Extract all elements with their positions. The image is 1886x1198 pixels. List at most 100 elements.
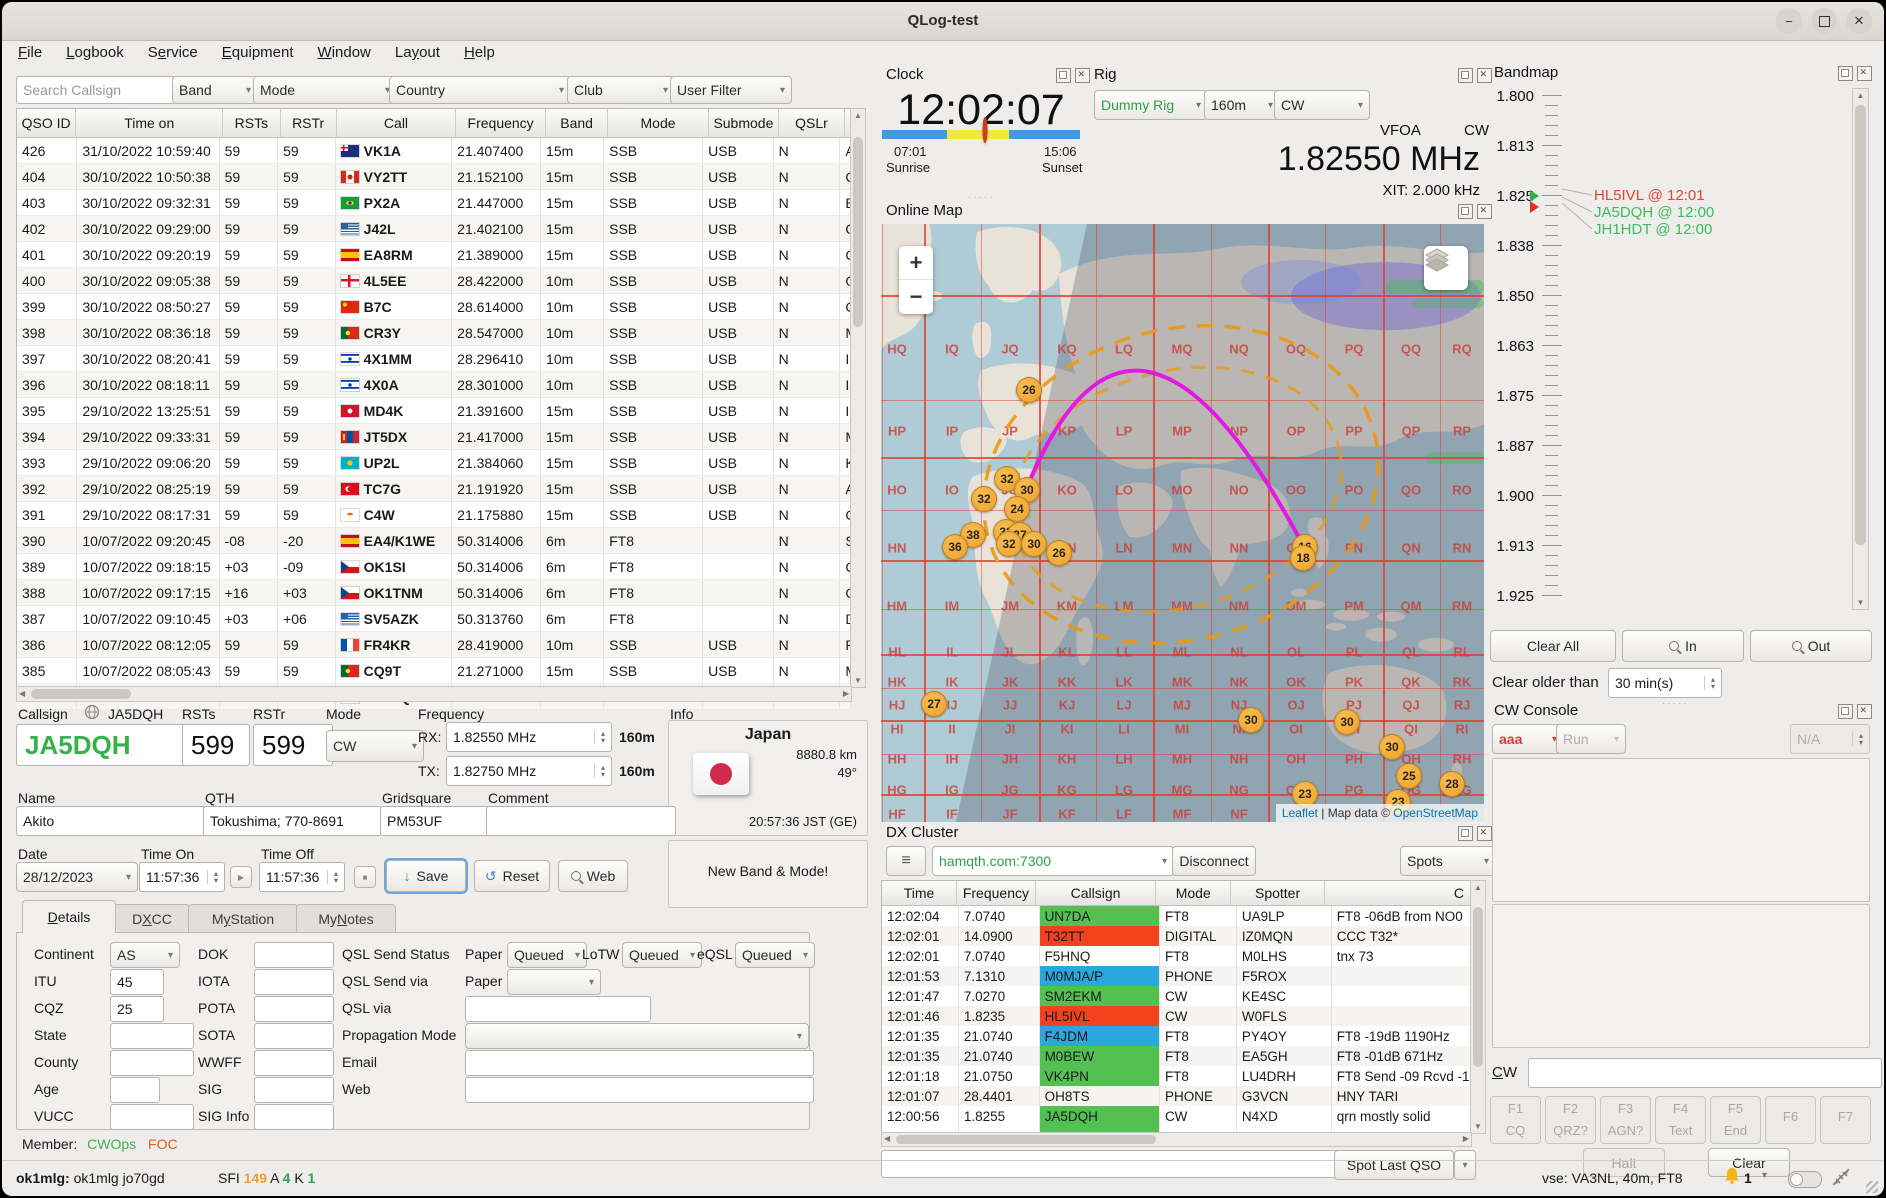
spot-count-marker[interactable]: 32 xyxy=(971,486,997,512)
qso-row[interactable]: 39329/10/2022 09:06:205959UP2L21.3840601… xyxy=(17,450,851,476)
itu-input[interactable]: 45 xyxy=(110,969,164,995)
comment-input[interactable] xyxy=(486,806,676,836)
status-toggle[interactable] xyxy=(1788,1171,1822,1188)
cluster-column-header[interactable]: Spotter xyxy=(1231,881,1325,905)
filter-combo-mode[interactable]: Mode▾ xyxy=(253,76,397,104)
rig-mode-combo[interactable]: CW▾ xyxy=(1274,90,1370,120)
scroll-right-icon[interactable]: ▶ xyxy=(1463,1134,1469,1143)
qso-column-header[interactable]: Band xyxy=(546,109,608,137)
qsl-via-input[interactable] xyxy=(465,996,651,1022)
osm-link[interactable]: OpenStreetMap xyxy=(1393,806,1478,820)
time-on-spinbox[interactable]: 11:57:36▴▾ xyxy=(139,862,225,892)
alert-dropdown-icon[interactable]: ▾ xyxy=(1762,1170,1767,1181)
qso-row[interactable]: 39010/07/2022 09:20:45-08-20EA4/K1WE50.3… xyxy=(17,528,851,554)
maximize-button[interactable] xyxy=(1811,8,1837,34)
qso-row[interactable]: 42631/10/2022 10:59:405959VK1A21.4074001… xyxy=(17,138,851,164)
close-panel-icon[interactable] xyxy=(1477,68,1492,83)
qso-column-header[interactable]: Submode xyxy=(709,109,779,137)
bandmap-zoom-in-button[interactable]: In xyxy=(1622,630,1744,662)
scroll-up-icon[interactable]: ▲ xyxy=(1853,91,1868,100)
cluster-spot-row[interactable]: 12:01:3521.0740F4JDMFT8PY4OYFT8 -19dB 11… xyxy=(882,1026,1471,1046)
qso-row[interactable]: 40030/10/2022 09:05:3859594L5EE28.422000… xyxy=(17,268,851,294)
name-input[interactable]: Akito xyxy=(16,806,208,836)
search-input[interactable]: Search Callsign xyxy=(16,76,176,104)
county-input[interactable] xyxy=(110,1050,194,1076)
fkey-button-f3[interactable]: F3AGN? xyxy=(1600,1096,1651,1144)
qso-column-header[interactable]: Call xyxy=(337,109,456,137)
qso-row[interactable]: 39930/10/2022 08:50:275959B7C28.61400010… xyxy=(17,294,851,320)
qso-column-header[interactable]: QSO ID xyxy=(17,109,76,137)
qsl-send-via-combo[interactable]: ▾ xyxy=(507,969,601,995)
close-panel-icon[interactable] xyxy=(1477,826,1492,841)
bandmap-clear-all-button[interactable]: Clear All xyxy=(1490,630,1616,662)
menu-equipment[interactable]: Equipment xyxy=(212,42,304,68)
qso-row[interactable]: 39730/10/2022 08:20:4159594X1MM28.296410… xyxy=(17,346,851,372)
menu-service[interactable]: Service xyxy=(138,42,208,68)
cluster-spot-row[interactable]: 12:02:017.0740F5HNQFT8M0LHStnx 73 xyxy=(882,946,1471,966)
scroll-left-icon[interactable]: ◀ xyxy=(884,1134,890,1143)
time-off-now-button[interactable]: ■ xyxy=(354,866,376,888)
time-on-now-button[interactable]: ▶ xyxy=(230,866,252,888)
float-panel-icon[interactable] xyxy=(1838,704,1853,719)
qso-column-header[interactable]: QSLr xyxy=(779,109,845,137)
close-panel-icon[interactable] xyxy=(1857,704,1872,719)
alert-bell-icon[interactable] xyxy=(1724,1167,1740,1185)
qso-row[interactable]: 38510/07/2022 08:05:435959CQ9T21.2710001… xyxy=(17,658,851,684)
float-panel-icon[interactable] xyxy=(1458,204,1473,219)
close-button[interactable]: ✕ xyxy=(1846,8,1872,34)
filter-combo-club[interactable]: Club▾ xyxy=(567,76,675,104)
qso-column-header[interactable]: RSTr xyxy=(281,109,337,137)
rstr-input[interactable]: 599 xyxy=(253,724,333,766)
cluster-column-header[interactable]: Time xyxy=(882,881,957,905)
date-combo[interactable]: 28/12/2023▾ xyxy=(16,862,138,892)
rsts-input[interactable]: 599 xyxy=(182,724,250,766)
vucc-input[interactable] xyxy=(110,1104,194,1130)
bandmap-spot[interactable]: JA5DQH @ 12:00 xyxy=(1594,204,1714,221)
close-panel-icon[interactable] xyxy=(1075,68,1090,83)
scroll-down-icon[interactable]: ▼ xyxy=(1471,1122,1485,1131)
cqz-input[interactable]: 25 xyxy=(110,996,164,1022)
spot-count-marker[interactable]: 18 xyxy=(1290,545,1316,571)
cw-speed-spinbox[interactable]: N/A▴▾ xyxy=(1790,724,1870,754)
bandmap-zoom-out-button[interactable]: Out xyxy=(1750,630,1872,662)
cluster-column-header[interactable]: Frequency xyxy=(957,881,1036,905)
qso-row[interactable]: 39229/10/2022 08:25:195959TC7G21.1919201… xyxy=(17,476,851,502)
cluster-spot-row[interactable]: 12:01:537.1310M0MJA/PPHONEF5ROX xyxy=(882,966,1471,986)
menu-logbook[interactable]: Logbook xyxy=(56,42,134,68)
filter-combo-country[interactable]: Country▾ xyxy=(389,76,571,104)
fkey-button-f2[interactable]: F2QRZ? xyxy=(1545,1096,1596,1144)
cluster-vertical-scrollbar[interactable]: ▲ ▼ xyxy=(1470,880,1486,1134)
fkey-button-f5[interactable]: F5End xyxy=(1710,1096,1761,1144)
qso-column-header[interactable]: Frequency xyxy=(456,109,546,137)
cluster-filter-combo[interactable]: Spots▾ xyxy=(1400,846,1496,876)
cluster-column-header[interactable]: C xyxy=(1325,881,1471,905)
dok-input[interactable] xyxy=(254,942,334,968)
qso-row[interactable]: 40230/10/2022 09:29:005959J42L21.4021001… xyxy=(17,216,851,242)
qsl-lotw-combo[interactable]: Queued▾ xyxy=(622,942,702,968)
continent-combo[interactable]: AS▾ xyxy=(110,942,180,968)
mode-combo[interactable]: CW▾ xyxy=(326,730,424,762)
spot-count-marker[interactable]: 30 xyxy=(1238,707,1264,733)
cluster-spot-row[interactable]: 12:02:0114.0900T32TTDIGITALIZ0MQNCCC T32… xyxy=(882,926,1471,946)
propagation-mode-combo[interactable]: ▾ xyxy=(465,1023,809,1049)
spot-count-marker[interactable]: 26 xyxy=(1046,540,1072,566)
close-panel-icon[interactable] xyxy=(1477,204,1492,219)
qsl-paper-combo[interactable]: Queued▾ xyxy=(507,942,587,968)
cw-mode-combo[interactable]: Run▾ xyxy=(1556,724,1626,754)
qso-row[interactable]: 40130/10/2022 09:20:195959EA8RM21.389000… xyxy=(17,242,851,268)
iota-input[interactable] xyxy=(254,969,334,995)
sig-info-input[interactable] xyxy=(254,1104,334,1130)
zoom-out-button[interactable]: − xyxy=(899,280,933,313)
callsign-input[interactable]: JA5DQH xyxy=(16,724,192,766)
scroll-down-icon[interactable]: ▼ xyxy=(851,676,865,685)
scroll-left-icon[interactable]: ◀ xyxy=(19,689,25,698)
bandmap-spot[interactable]: JH1HDT @ 12:00 xyxy=(1594,221,1712,238)
qso-row[interactable]: 39630/10/2022 08:18:1159594X0A28.3010001… xyxy=(17,372,851,398)
reset-button[interactable]: ↺Reset xyxy=(474,860,550,892)
qso-row[interactable]: 38610/07/2022 08:12:055959FR4KR28.419000… xyxy=(17,632,851,658)
scroll-up-icon[interactable]: ▲ xyxy=(851,111,865,120)
zoom-in-button[interactable]: + xyxy=(899,246,933,279)
filter-combo-band[interactable]: Band▾ xyxy=(172,76,258,104)
tab-details[interactable]: Details xyxy=(22,900,116,933)
qso-column-header[interactable]: RSTs xyxy=(223,109,280,137)
